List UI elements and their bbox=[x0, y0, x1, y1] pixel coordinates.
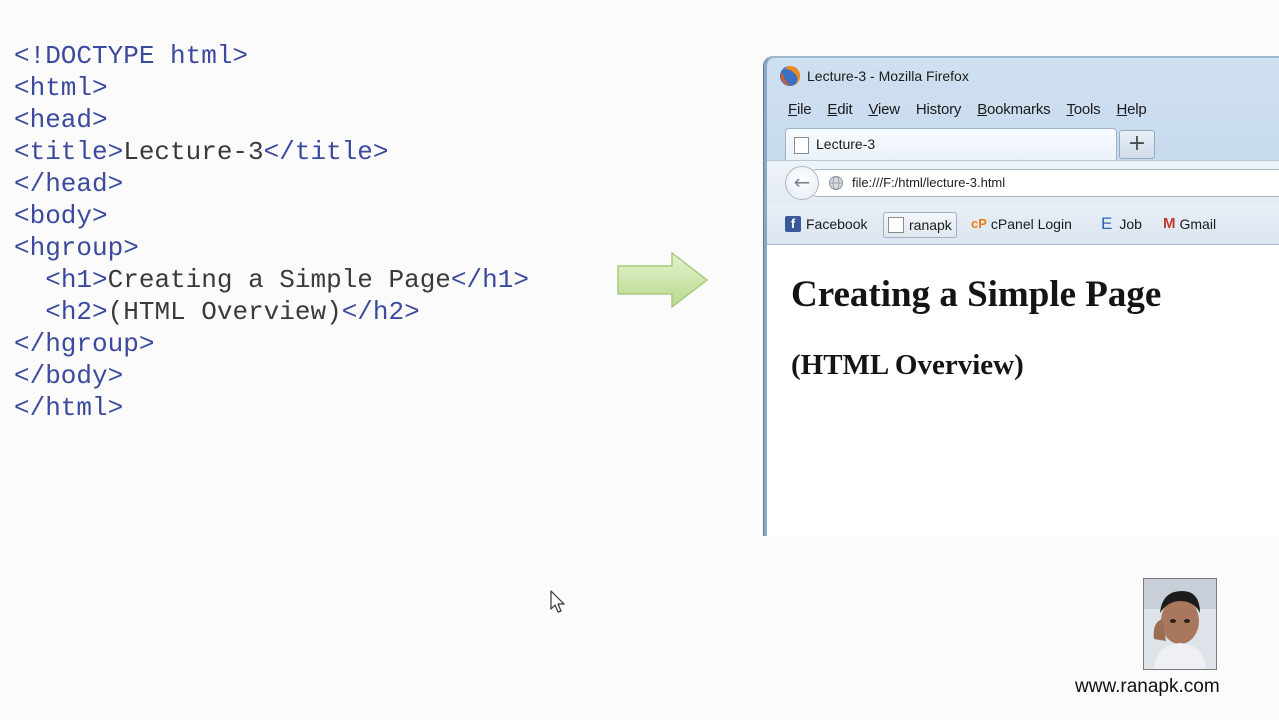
code-text: (HTML Overview) bbox=[107, 297, 342, 327]
menu-mnemonic: T bbox=[1066, 101, 1074, 118]
bookmark-facebook[interactable]: f Facebook bbox=[785, 212, 867, 236]
bookmark-label: cPanel Login bbox=[990, 216, 1072, 232]
code-tag-open: <head> bbox=[14, 105, 108, 135]
page-heading-h2: (HTML Overview) bbox=[791, 349, 1024, 381]
tab-lecture-3[interactable]: Lecture-3 bbox=[785, 128, 1117, 161]
menu-label: History bbox=[915, 101, 962, 118]
code-line: <body> bbox=[14, 200, 529, 232]
menu-item-edit[interactable]: Edit bbox=[822, 98, 857, 124]
bookmark-ranapk[interactable]: ranapk bbox=[883, 212, 957, 238]
menu-label: elp bbox=[1127, 101, 1147, 118]
globe-icon bbox=[829, 176, 843, 190]
code-line: </hgroup> bbox=[14, 328, 529, 360]
menu-item-history[interactable]: History bbox=[911, 98, 966, 124]
code-line: <h1>Creating a Simple Page</h1> bbox=[14, 264, 529, 296]
right-arrow-icon bbox=[617, 251, 709, 309]
url-bar[interactable]: file:///F:/html/lecture-3.html bbox=[813, 169, 1279, 197]
new-tab-button[interactable]: + bbox=[1119, 130, 1155, 159]
tab-strip: Lecture-3 + bbox=[767, 126, 1279, 161]
code-line: <h2>(HTML Overview)</h2> bbox=[14, 296, 529, 328]
menu-label: dit bbox=[837, 101, 853, 118]
code-tag-open: </hgroup> bbox=[14, 329, 155, 359]
menu-mnemonic: F bbox=[788, 101, 797, 118]
browser-window: Lecture-3 - Mozilla Firefox File Edit View… bbox=[764, 56, 1279, 536]
window-title: Lecture-3 - Mozilla Firefox bbox=[807, 68, 969, 84]
page-icon bbox=[888, 217, 904, 233]
menu-item-tools[interactable]: Tools bbox=[1061, 98, 1105, 124]
code-tag-open: <body> bbox=[14, 201, 108, 231]
mouse-cursor-icon bbox=[550, 590, 565, 613]
code-line: </body> bbox=[14, 360, 529, 392]
code-line: </head> bbox=[14, 168, 529, 200]
code-tag-open: <title> bbox=[14, 137, 124, 167]
menu-item-bookmarks[interactable]: Bookmarks bbox=[972, 98, 1055, 124]
code-tag-open: </head> bbox=[14, 169, 124, 199]
bookmark-cpanel-login[interactable]: cP cPanel Login bbox=[971, 212, 1072, 236]
menu-item-file[interactable]: File bbox=[783, 98, 816, 124]
job-icon: E bbox=[1101, 214, 1113, 233]
code-line: <html> bbox=[14, 72, 529, 104]
gmail-icon: M bbox=[1163, 215, 1176, 232]
navigation-bar: file:///F:/html/lecture-3.html ← bbox=[767, 160, 1279, 205]
menu-mnemonic: V bbox=[868, 101, 878, 118]
code-listing: <!DOCTYPE html> <html> <head> <title>Lectur… bbox=[14, 40, 529, 424]
avatar-photo bbox=[1144, 579, 1216, 669]
code-tag-open: <h1> bbox=[45, 265, 108, 295]
title-bar: Lecture-3 - Mozilla Firefox bbox=[767, 58, 1279, 96]
code-text: Creating a Simple Page bbox=[107, 265, 451, 295]
code-tag-open: <h2> bbox=[45, 297, 108, 327]
bookmark-label: Gmail bbox=[1179, 216, 1217, 232]
menu-label: iew bbox=[878, 101, 900, 118]
code-line: <title>Lecture-3</title> bbox=[14, 136, 529, 168]
menu-item-help[interactable]: Help bbox=[1111, 98, 1151, 124]
cpanel-icon: cP bbox=[971, 216, 987, 231]
code-tag-open: <hgroup> bbox=[14, 233, 139, 263]
code-tag-open: <!DOCTYPE html> bbox=[14, 41, 249, 71]
menu-mnemonic: H bbox=[1116, 101, 1128, 118]
page-content: Creating a Simple Page (HTML Overview) bbox=[767, 245, 1279, 536]
bookmark-label: Job bbox=[1119, 216, 1142, 232]
presenter-avatar bbox=[1143, 578, 1217, 670]
code-tag-open: </body> bbox=[14, 361, 124, 391]
code-line: <head> bbox=[14, 104, 529, 136]
menu-label: ile bbox=[796, 101, 812, 118]
menu-label: ools bbox=[1073, 101, 1101, 118]
code-line: <!DOCTYPE html> bbox=[14, 40, 529, 72]
back-button[interactable]: ← bbox=[785, 166, 819, 200]
bookmark-label: Facebook bbox=[806, 216, 868, 232]
code-tag-open: </html> bbox=[14, 393, 124, 423]
page-icon bbox=[794, 137, 809, 154]
menu-mnemonic: E bbox=[827, 101, 838, 118]
bookmark-label: ranapk bbox=[909, 217, 952, 233]
code-tag-close: </h1> bbox=[450, 265, 529, 295]
tab-label: Lecture-3 bbox=[816, 136, 876, 152]
code-tag-close: </title> bbox=[263, 137, 389, 167]
menu-label: ookmarks bbox=[987, 101, 1051, 118]
bookmarks-toolbar: f Facebook ranapk cP cPanel Login E Job … bbox=[767, 204, 1279, 245]
facebook-icon: f bbox=[785, 216, 801, 232]
code-tag-open: <html> bbox=[14, 73, 108, 103]
code-line: <hgroup> bbox=[14, 232, 529, 264]
page-heading-h1: Creating a Simple Page bbox=[791, 274, 1162, 315]
code-tag-close: </h2> bbox=[341, 297, 420, 327]
menu-bar: File Edit View History Bookmarks Tools Help bbox=[783, 98, 1158, 124]
menu-item-view[interactable]: View bbox=[863, 98, 904, 124]
code-text: Lecture-3 bbox=[123, 137, 264, 167]
firefox-logo-icon bbox=[780, 66, 800, 87]
bookmark-gmail[interactable]: M Gmail bbox=[1163, 212, 1216, 236]
url-text: file:///F:/html/lecture-3.html bbox=[852, 175, 1006, 190]
menu-mnemonic: B bbox=[977, 101, 988, 118]
website-url: www.ranapk.com bbox=[1075, 676, 1220, 697]
bookmark-job[interactable]: E Job bbox=[1101, 212, 1142, 236]
code-line: </html> bbox=[14, 392, 529, 424]
